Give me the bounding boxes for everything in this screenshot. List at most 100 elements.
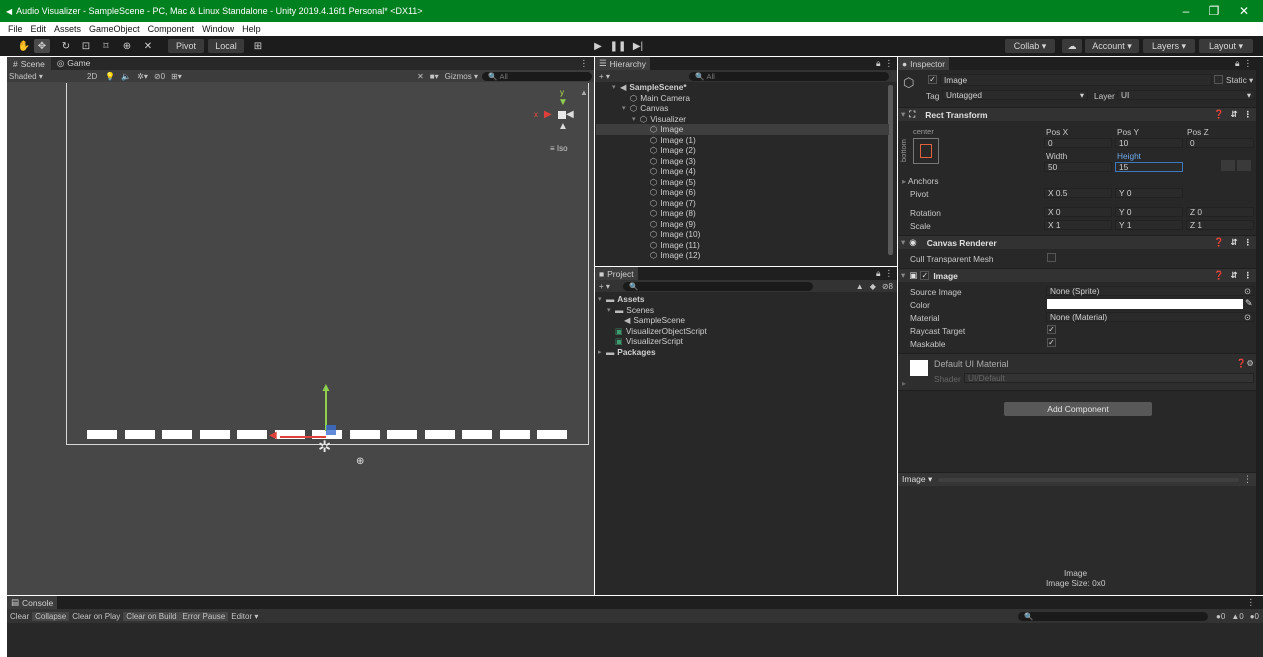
menu-component[interactable]: Component <box>148 24 195 34</box>
rotate-tool-icon[interactable]: ↻ <box>58 39 74 53</box>
grid-icon[interactable]: ⊞▾ <box>171 72 182 81</box>
scene-orientation-gizmo[interactable]: y ▼ x ▶ ◀ ▲ ▲ <box>534 88 588 134</box>
tab-inspector[interactable]: ● Inspector <box>898 57 950 70</box>
grid-snap-icon[interactable]: ⊞ <box>250 39 266 53</box>
layers-button[interactable]: Layers ▾ <box>1143 39 1195 53</box>
anchor-preset-button[interactable] <box>913 138 939 164</box>
iso-label[interactable]: ≡ Iso <box>550 144 568 153</box>
move-gizmo-plane-handle[interactable] <box>326 425 336 435</box>
hierarchy-item[interactable]: ▾ ⬡ Canvas <box>622 103 668 114</box>
lighting-icon[interactable]: 💡 <box>105 72 115 81</box>
posz-field[interactable]: 0 <box>1186 138 1254 148</box>
move-tool-icon[interactable]: ✥ <box>34 39 50 53</box>
foldout-arrow-icon[interactable]: ▾ <box>612 83 620 91</box>
rect-transform-header[interactable]: ▾ ⛶ Rect Transform ❓ ⇵ ⋮ <box>898 107 1256 121</box>
scale-y-field[interactable]: Y 1 <box>1115 220 1183 230</box>
source-image-field[interactable]: None (Sprite) ⊙ <box>1046 286 1254 296</box>
preset-icon[interactable]: ⇵ <box>1230 270 1237 281</box>
visualizer-bar[interactable] <box>499 430 530 439</box>
layer-dropdown[interactable]: UI ▾ <box>1117 90 1255 100</box>
image-component-header[interactable]: ▾ ▣ ✓ Image ❓ ⇵ ⋮ <box>898 268 1256 282</box>
shading-dropdown[interactable]: Shaded ▾ <box>7 72 87 81</box>
hierarchy-item[interactable]: ⬡ Image (11) <box>642 240 700 251</box>
error-count-badge[interactable]: ●0 <box>1250 612 1259 621</box>
console-editor-dropdown[interactable]: Editor ▾ <box>228 612 261 621</box>
close-button[interactable]: ✕ <box>1226 0 1262 22</box>
height-field[interactable]: 15 <box>1115 162 1183 172</box>
foldout-arrow-icon[interactable]: ▸ <box>598 348 606 356</box>
component-menu-icon[interactable]: ⋮ <box>1244 109 1253 120</box>
hierarchy-item[interactable]: ⬡ Image (1) <box>642 135 696 146</box>
project-item[interactable]: ▾ ▬ Assets <box>598 294 645 305</box>
object-picker-icon[interactable]: ⊙ <box>1244 312 1251 322</box>
scale-z-field[interactable]: Z 1 <box>1186 220 1254 230</box>
play-button[interactable]: ▶ <box>590 39 606 53</box>
project-item[interactable]: ▾ ▬ Scenes <box>607 305 654 316</box>
canvas-renderer-header[interactable]: ▾ ◉ Canvas Renderer ❓ ⇵ ⋮ <box>898 235 1256 249</box>
color-swatch[interactable] <box>1047 299 1243 309</box>
static-dropdown[interactable]: Static ▾ <box>1226 75 1253 85</box>
custom-tool-icon[interactable]: ✕ <box>140 39 156 53</box>
pivot-toggle[interactable]: Pivot <box>168 39 204 53</box>
pivot-y-field[interactable]: Y 0 <box>1115 188 1183 198</box>
hierarchy-item[interactable]: ⬡ Image (9) <box>642 219 696 230</box>
camera-icon[interactable]: ■▾ <box>430 72 439 81</box>
menu-edit[interactable]: Edit <box>31 24 47 34</box>
hierarchy-item[interactable]: ⬡ Image (7) <box>642 198 696 209</box>
hierarchy-item[interactable]: ⬡ Image (3) <box>642 156 696 167</box>
menu-help[interactable]: Help <box>242 24 261 34</box>
lock-icon[interactable]: ▲ <box>580 88 588 97</box>
material-foldout-icon[interactable]: ▸ <box>902 378 906 388</box>
inspector-menu-icon[interactable]: ⋮ <box>1244 58 1253 69</box>
effects-icon[interactable]: ✲▾ <box>137 72 148 81</box>
account-button[interactable]: Account ▾ <box>1085 39 1139 53</box>
gizmos-dropdown[interactable]: Gizmos ▾ <box>445 72 478 81</box>
component-menu-icon[interactable]: ⋮ <box>1244 270 1253 281</box>
posy-field[interactable]: 10 <box>1115 138 1183 148</box>
transform-tool-icon[interactable]: ⊕ <box>119 39 135 53</box>
shader-dropdown[interactable]: UI/Default <box>964 373 1254 383</box>
preset-icon[interactable]: ⇵ <box>1230 109 1237 120</box>
scale-tool-icon[interactable]: ⊡ <box>78 39 94 53</box>
console-search-input[interactable]: 🔍 <box>1018 611 1209 621</box>
project-item[interactable]: ▣ VisualizerObjectScript <box>607 326 707 337</box>
posx-field[interactable]: 0 <box>1044 138 1112 148</box>
menu-file[interactable]: File <box>8 24 23 34</box>
move-gizmo-y-arrow[interactable]: ▲ <box>320 380 332 394</box>
menu-gameobject[interactable]: GameObject <box>89 24 140 34</box>
hierarchy-item[interactable]: ⬡ Image (8) <box>642 208 696 219</box>
hierarchy-add-button[interactable]: + ▾ <box>599 72 669 81</box>
project-add-button[interactable]: + ▾ <box>599 282 615 291</box>
active-checkbox[interactable]: ✓ <box>928 75 937 84</box>
filter-label-icon[interactable]: ◆ <box>870 282 876 291</box>
hierarchy-item[interactable]: ⬡ Image (2) <box>642 145 696 156</box>
hierarchy-scene-root[interactable]: ▾ ◀ SampleScene* <box>612 82 687 93</box>
pivot-x-field[interactable]: X 0.5 <box>1044 188 1112 198</box>
project-search-input[interactable]: 🔍 <box>623 281 813 291</box>
width-field[interactable]: 50 <box>1044 162 1112 172</box>
visualizer-bar[interactable] <box>537 430 567 439</box>
preset-icon[interactable]: ⇵ <box>1230 237 1237 248</box>
hierarchy-item[interactable]: ⬡ Image (4) <box>642 166 696 177</box>
visualizer-bar[interactable] <box>237 430 267 439</box>
tab-console[interactable]: ▤ Console <box>7 596 58 609</box>
hierarchy-scrollbar[interactable] <box>888 85 893 255</box>
hierarchy-search-input[interactable]: 🔍 All <box>689 71 889 81</box>
cull-checkbox[interactable] <box>1047 253 1056 262</box>
help-icon[interactable]: ❓ <box>1214 109 1225 120</box>
preview-dropdown[interactable]: Image ▾ <box>902 474 932 485</box>
cloud-button[interactable]: ☁ <box>1062 39 1082 53</box>
hidden-packages-icon[interactable]: ⊘8 <box>882 282 893 291</box>
help-icon[interactable]: ❓ <box>1214 237 1225 248</box>
console-clear-on-play-button[interactable]: Clear on Play <box>69 612 123 621</box>
visualizer-bar[interactable] <box>387 430 417 439</box>
eyedropper-icon[interactable]: ✎ <box>1245 298 1253 309</box>
info-count-badge[interactable]: ●0 <box>1216 612 1225 621</box>
scale-x-field[interactable]: X 1 <box>1044 220 1112 230</box>
visualizer-bar[interactable] <box>162 430 192 439</box>
foldout-arrow-icon[interactable]: ▾ <box>607 306 615 314</box>
component-menu-icon[interactable]: ⋮ <box>1244 237 1253 248</box>
visualizer-bar[interactable] <box>124 430 155 439</box>
object-picker-icon[interactable]: ⊙ <box>1244 286 1251 296</box>
hierarchy-item[interactable]: ⬡ Image (12) <box>642 250 700 261</box>
